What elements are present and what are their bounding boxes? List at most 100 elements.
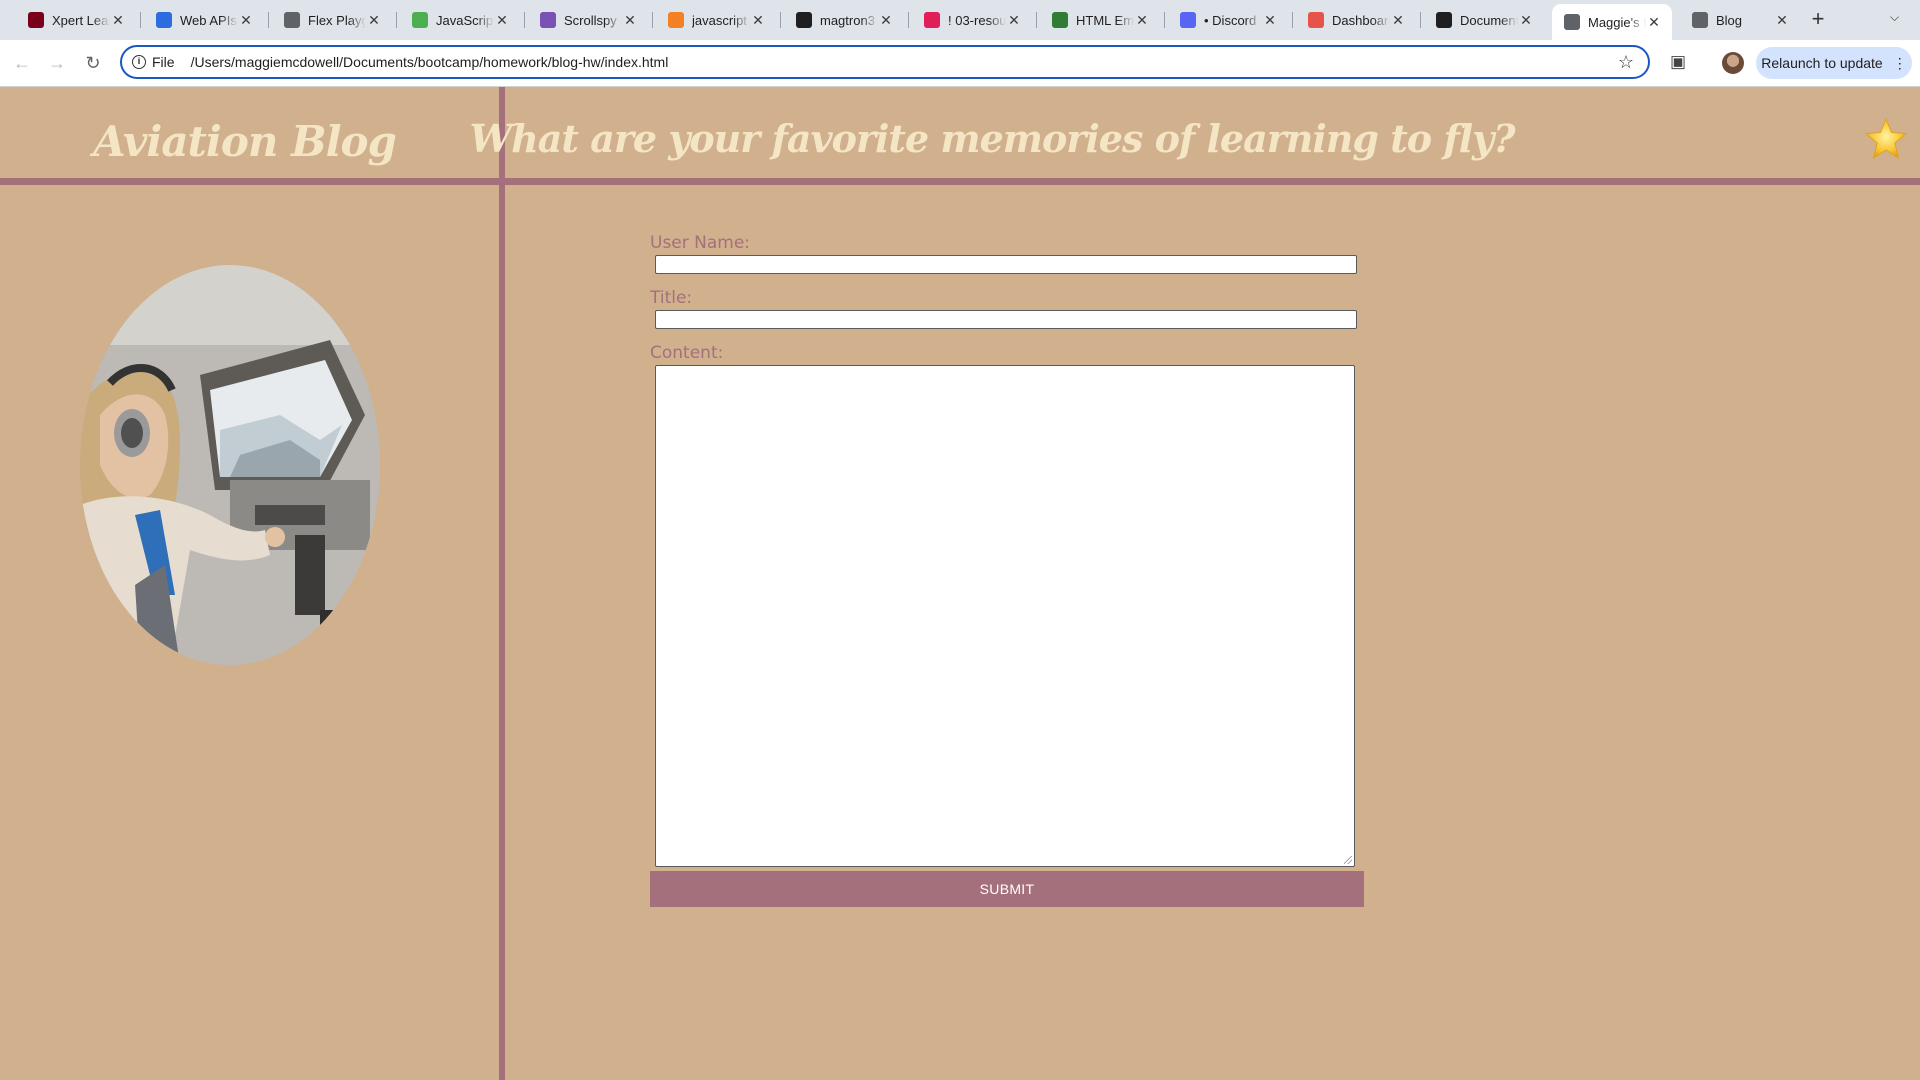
tab-close-icon[interactable]: ✕ — [1134, 12, 1150, 29]
extensions-puzzle-icon[interactable]: ▣ — [1668, 52, 1688, 72]
content-label: Content: — [650, 343, 724, 363]
w3schools-icon — [412, 12, 428, 28]
tab-11[interactable]: Document ✕ — [1424, 6, 1544, 34]
more-menu-icon[interactable]: ⋮ — [1893, 55, 1907, 72]
tab-0[interactable]: Xpert Learning✕ — [16, 6, 136, 34]
bootstrap-icon — [540, 12, 556, 28]
page-heading: What are your favorite memories of learn… — [469, 116, 1516, 161]
tab-title: HTML Emoji — [1076, 12, 1134, 28]
dashboard-icon — [1308, 12, 1324, 28]
maroon-logo-icon — [28, 12, 44, 28]
tab-12[interactable]: Maggie's Blog✕ — [1552, 4, 1672, 40]
username-input[interactable] — [655, 255, 1357, 274]
tab-title: Xpert Learning — [52, 12, 110, 28]
tab-separator — [396, 12, 397, 28]
tab-separator — [1420, 12, 1421, 28]
tab-separator — [780, 12, 781, 28]
discord-icon — [1180, 12, 1196, 28]
relaunch-button[interactable]: Relaunch to update ⋮ — [1756, 47, 1912, 79]
tab-separator — [268, 12, 269, 28]
globe-icon — [1564, 14, 1580, 30]
address-url[interactable]: /Users/maggiemcdowell/Documents/bootcamp… — [191, 54, 669, 70]
tab-3[interactable]: JavaScript ✕ — [400, 6, 520, 34]
tab-5[interactable]: javascript ✕ — [656, 6, 776, 34]
tab-close-icon[interactable]: ✕ — [878, 12, 894, 29]
tab-title: Dashboard — [1332, 12, 1390, 28]
username-label: User Name: — [650, 233, 751, 253]
forward-arrow-icon[interactable]: → — [44, 50, 70, 76]
relaunch-label: Relaunch to update — [1761, 55, 1883, 71]
tab-separator — [652, 12, 653, 28]
tab-title: JavaScript — [436, 12, 494, 28]
tab-8[interactable]: HTML Emoji✕ — [1040, 6, 1160, 34]
address-bar[interactable]: i File /Users/maggiemcdowell/Documents/b… — [120, 45, 1650, 79]
content-textarea[interactable] — [655, 365, 1355, 867]
tab-title: Flex Playground — [308, 12, 366, 28]
slack-icon — [924, 12, 940, 28]
tab-separator — [908, 12, 909, 28]
tab-close-icon[interactable]: ✕ — [1390, 12, 1406, 29]
browser-toolbar: ← → ↻ i File /Users/maggiemcdowell/Docum… — [0, 40, 1920, 87]
tab-10[interactable]: Dashboard ✕ — [1296, 6, 1416, 34]
tab-close-icon[interactable]: ✕ — [750, 12, 766, 29]
tab-9[interactable]: • Discord ✕ — [1168, 6, 1288, 34]
tab-separator — [1164, 12, 1165, 28]
tab-close-icon[interactable]: ✕ — [366, 12, 382, 29]
tab-title: Maggie's Blog — [1588, 14, 1646, 30]
tab-title: Web APIs — [180, 12, 237, 28]
tab-separator — [1292, 12, 1293, 28]
tab-7[interactable]: ! 03-resources✕ — [912, 6, 1032, 34]
tab-title: Document — [1460, 12, 1518, 28]
tab-title: • Discord — [1204, 12, 1257, 28]
tab-close-icon[interactable]: ✕ — [1518, 12, 1534, 29]
pilot-photo-illustration — [80, 265, 380, 665]
tab-6[interactable]: magtron3 ✕ — [784, 6, 904, 34]
tab-close-icon[interactable]: ✕ — [110, 12, 126, 29]
new-tab-button[interactable]: + — [1808, 8, 1828, 32]
tab-title: javascript — [692, 12, 747, 28]
reload-icon[interactable]: ↻ — [80, 50, 106, 76]
header-divider — [0, 178, 1920, 185]
tab-4[interactable]: Scrollspy ✕ — [528, 6, 648, 34]
title-label: Title: — [650, 288, 693, 308]
tab-title: magtron3 — [820, 12, 875, 28]
address-scheme: File — [152, 54, 175, 70]
tab-close-icon[interactable]: ✕ — [1006, 12, 1022, 29]
tab-separator — [140, 12, 141, 28]
page-body: Aviation Blog What are your favorite mem… — [0, 87, 1920, 1080]
w-icon — [1052, 12, 1068, 28]
m-icon — [1436, 12, 1452, 28]
github-icon — [796, 12, 812, 28]
blog-post-form: User Name: Title: Content: SUBMIT — [650, 233, 1364, 907]
tab-2[interactable]: Flex Playground✕ — [272, 6, 392, 34]
globe-icon — [1692, 12, 1708, 28]
tab-separator — [1036, 12, 1037, 28]
tab-strip: Xpert Learning✕Web APIs✕Flex Playground✕… — [0, 0, 1920, 40]
tab-separator — [524, 12, 525, 28]
title-input[interactable] — [655, 310, 1357, 329]
tab-close-icon[interactable]: ✕ — [622, 12, 638, 29]
bookmark-star-icon[interactable]: ☆ — [1618, 52, 1634, 73]
profile-avatar[interactable] — [1722, 52, 1744, 74]
resize-grip-icon[interactable] — [1344, 856, 1352, 864]
submit-button[interactable]: SUBMIT — [650, 871, 1364, 907]
tab-close-icon[interactable]: ✕ — [1262, 12, 1278, 29]
tab-title: Blog — [1716, 12, 1743, 28]
tab-search-chevron-icon[interactable]: ⌵ — [1890, 10, 1899, 25]
back-arrow-icon[interactable]: ← — [9, 50, 35, 76]
tab-close-icon[interactable]: ✕ — [238, 12, 254, 29]
zoom-icon — [156, 12, 172, 28]
tab-title: Scrollspy — [564, 12, 617, 28]
stackoverflow-icon — [668, 12, 684, 28]
site-info-icon[interactable]: i — [132, 55, 146, 69]
vertical-divider — [499, 87, 505, 1080]
tab-close-icon[interactable]: ✕ — [494, 12, 510, 29]
tab-1[interactable]: Web APIs ✕ — [144, 6, 264, 34]
pilot-photo — [80, 265, 380, 665]
globe-icon — [284, 12, 300, 28]
star-emoji-icon — [1864, 117, 1908, 160]
tab-13[interactable]: Blog ✕ — [1680, 6, 1800, 34]
tab-close-icon[interactable]: ✕ — [1646, 14, 1662, 31]
tab-title: ! 03-resources — [948, 12, 1006, 28]
tab-close-icon[interactable]: ✕ — [1774, 12, 1790, 29]
